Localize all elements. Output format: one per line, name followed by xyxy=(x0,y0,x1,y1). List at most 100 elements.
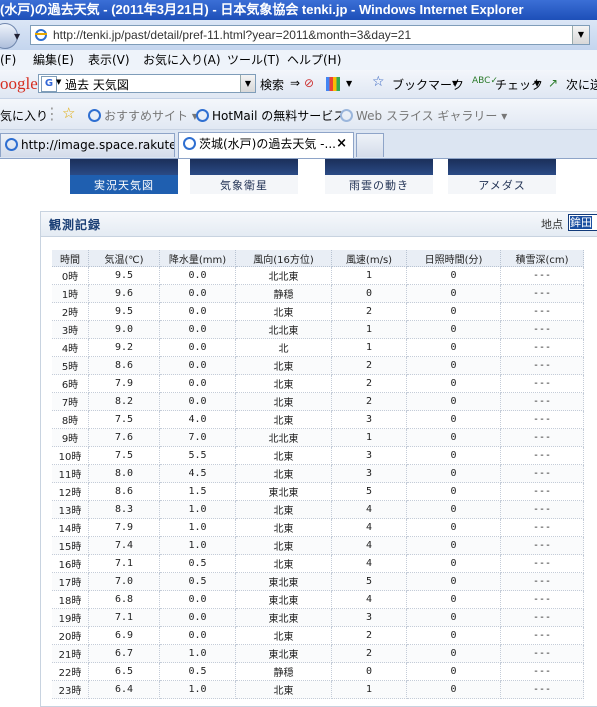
menu-file[interactable]: (F) xyxy=(0,50,16,70)
bookmark-dropdown-icon[interactable]: ▼ xyxy=(452,79,458,88)
arrow-icon[interactable]: ⇒ xyxy=(290,76,300,90)
cell-precipitation: 4.5 xyxy=(159,464,236,483)
favorites-button[interactable]: 気に入り xyxy=(0,107,48,124)
observation-title: 観測記録 xyxy=(49,218,102,232)
cell-wind-direction: 東北東 xyxy=(235,482,332,501)
cell-temperature: 7.9 xyxy=(88,518,160,537)
cell-wind-speed: 2 xyxy=(331,644,407,663)
page-left-margin xyxy=(0,159,40,707)
address-dropdown-icon[interactable]: ▼ xyxy=(572,26,589,44)
cell-precipitation: 0.0 xyxy=(159,392,236,411)
map-nav-tiles: 実況天気図 気象衛星 雨雲の動き アメダス xyxy=(40,159,597,195)
cell-snow-depth: --- xyxy=(500,554,584,573)
cell-sunshine: 0 xyxy=(406,500,501,519)
table-row: 14時 7.9 1.0 北東 4 0 --- xyxy=(52,518,584,537)
cell-sunshine: 0 xyxy=(406,590,501,609)
cell-time: 12時 xyxy=(52,482,89,501)
google-apps-icon[interactable] xyxy=(326,77,340,91)
cell-precipitation: 0.0 xyxy=(159,608,236,627)
menu-tools[interactable]: ツール(T) xyxy=(227,50,280,70)
cell-snow-depth: --- xyxy=(500,482,584,501)
cell-time: 13時 xyxy=(52,500,89,519)
ie-icon xyxy=(196,109,209,122)
cell-temperature: 6.8 xyxy=(88,590,160,609)
cell-temperature: 8.0 xyxy=(88,464,160,483)
tab-rakuten-image[interactable]: http://image.space.rakuten.... xyxy=(0,133,175,157)
nav-history-dropdown-icon[interactable]: ▼ xyxy=(14,32,20,41)
fav-web-slice-gallery[interactable]: Web スライス ギャラリー ▾ xyxy=(340,107,507,124)
cell-snow-depth: --- xyxy=(500,662,584,681)
tab-label: http://image.space.rakuten.... xyxy=(21,138,174,152)
close-tab-icon[interactable]: × xyxy=(336,133,347,155)
cell-snow-depth: --- xyxy=(500,320,584,339)
fav-hotmail[interactable]: HotMail の無料サービス xyxy=(196,107,345,124)
menu-view[interactable]: 表示(V) xyxy=(88,50,130,70)
cell-time: 10時 xyxy=(52,446,89,465)
tile-satellite[interactable]: 気象衛星 xyxy=(190,159,298,194)
google-search-box[interactable]: G ▼ 過去 天気図 ▼ xyxy=(38,74,256,93)
cell-precipitation: 0.5 xyxy=(159,554,236,573)
cell-wind-direction: 北東 xyxy=(235,554,332,573)
cell-wind-speed: 5 xyxy=(331,482,407,501)
tile-surface-weather-map[interactable]: 実況天気図 xyxy=(70,159,178,194)
check-dropdown-icon[interactable]: ▼ xyxy=(534,79,540,88)
cell-temperature: 7.5 xyxy=(88,410,160,429)
cell-time: 22時 xyxy=(52,662,89,681)
send-icon[interactable]: ↗ xyxy=(548,76,558,90)
menu-edit[interactable]: 編集(E) xyxy=(33,50,74,70)
cell-snow-depth: --- xyxy=(500,644,584,663)
ie-icon xyxy=(88,109,101,122)
cell-precipitation: 0.0 xyxy=(159,356,236,375)
fav-suggested-sites[interactable]: おすすめサイト ▾ xyxy=(88,107,198,124)
cell-wind-speed: 1 xyxy=(331,680,407,699)
cell-wind-speed: 4 xyxy=(331,590,407,609)
cell-wind-direction: 静穏 xyxy=(235,284,332,303)
menu-help[interactable]: ヘルプ(H) xyxy=(287,50,341,70)
search-type-dropdown-icon[interactable]: ▼ xyxy=(56,78,61,86)
table-row: 0時 9.5 0.0 北北東 1 0 --- xyxy=(52,266,584,285)
search-history-dropdown-icon[interactable]: ▼ xyxy=(240,75,255,92)
star-icon[interactable]: ☆ xyxy=(372,74,385,90)
table-row: 10時 7.5 5.5 北東 3 0 --- xyxy=(52,446,584,465)
cell-sunshine: 0 xyxy=(406,392,501,411)
cell-precipitation: 0.0 xyxy=(159,284,236,303)
tile-thumbnail xyxy=(70,159,178,175)
cell-wind-speed: 1 xyxy=(331,428,407,447)
menu-favorites[interactable]: お気に入り(A) xyxy=(143,50,221,70)
cell-sunshine: 0 xyxy=(406,284,501,303)
cell-sunshine: 0 xyxy=(406,464,501,483)
cell-wind-direction: 北東 xyxy=(235,518,332,537)
cell-wind-direction: 北東 xyxy=(235,356,332,375)
address-bar[interactable]: http://tenki.jp/past/detail/pref-11.html… xyxy=(30,25,590,45)
cell-time: 19時 xyxy=(52,608,89,627)
google-search-button[interactable]: 検索 xyxy=(260,76,284,93)
cell-precipitation: 5.5 xyxy=(159,446,236,465)
tab-tenki-active[interactable]: 茨城(水戸)の過去天気 -... × xyxy=(178,132,354,158)
cell-wind-speed: 2 xyxy=(331,374,407,393)
table-row: 1時 9.6 0.0 静穏 0 0 --- xyxy=(52,284,584,303)
address-url[interactable]: http://tenki.jp/past/detail/pref-11.html… xyxy=(53,28,411,42)
cell-temperature: 6.4 xyxy=(88,680,160,699)
send-button[interactable]: 次に送 xyxy=(566,76,597,93)
cell-snow-depth: --- xyxy=(500,428,584,447)
cell-precipitation: 7.0 xyxy=(159,428,236,447)
table-row: 8時 7.5 4.0 北東 3 0 --- xyxy=(52,410,584,429)
cell-time: 7時 xyxy=(52,392,89,411)
table-row: 12時 8.6 1.5 東北東 5 0 --- xyxy=(52,482,584,501)
tile-rain-cloud[interactable]: 雨雲の動き xyxy=(325,159,433,194)
cell-snow-depth: --- xyxy=(500,284,584,303)
block-icon[interactable]: ⊘ xyxy=(304,76,314,90)
add-favorite-star-icon[interactable]: ☆ xyxy=(62,104,75,122)
google-search-input[interactable]: 過去 天気図 xyxy=(65,76,129,93)
cell-wind-speed: 3 xyxy=(331,410,407,429)
new-tab-button[interactable] xyxy=(356,133,384,157)
cell-precipitation: 0.0 xyxy=(159,302,236,321)
point-select[interactable]: 鉾田 xyxy=(568,214,597,231)
table-row: 19時 7.1 0.0 東北東 3 0 --- xyxy=(52,608,584,627)
apps-dropdown-icon[interactable]: ▼ xyxy=(346,79,352,88)
tile-amedas[interactable]: アメダス xyxy=(448,159,556,194)
cell-temperature: 9.6 xyxy=(88,284,160,303)
separator-icon: ⋮ xyxy=(44,104,60,123)
cell-time: 2時 xyxy=(52,302,89,321)
cell-sunshine: 0 xyxy=(406,302,501,321)
